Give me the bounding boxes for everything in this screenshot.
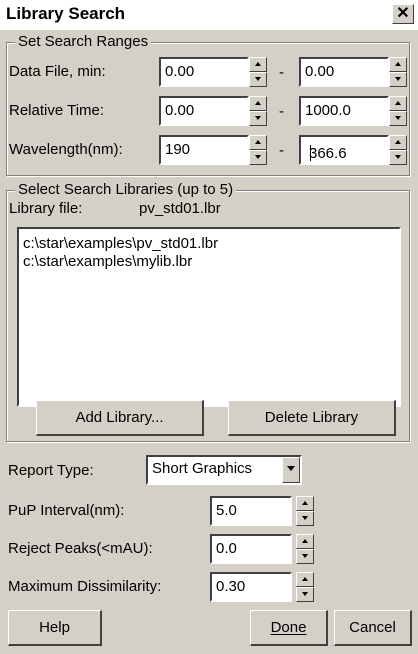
range-separator: - [279, 103, 284, 120]
report-type-select[interactable]: Short Graphics [146, 455, 302, 485]
report-type-label: Report Type: [8, 462, 94, 479]
arrow-up-icon [302, 539, 308, 543]
pup-interval-label: PuP Interval(nm): [8, 502, 125, 519]
help-button[interactable]: Help [8, 610, 102, 646]
text-cursor [310, 145, 311, 161]
list-item[interactable]: c:\star\examples\mylib.lbr [23, 253, 192, 271]
spin-down-button[interactable] [249, 111, 267, 126]
spin-up-button[interactable] [389, 57, 407, 72]
close-icon: ✕ [396, 5, 410, 22]
spin-down-button[interactable] [249, 72, 267, 87]
library-list[interactable]: c:\star\examples\pv_std01.lbr c:\star\ex… [17, 227, 401, 407]
arrow-up-icon [302, 501, 308, 505]
max-dissimilarity-input[interactable]: 0.30 [210, 572, 292, 602]
list-item[interactable]: c:\star\examples\pv_std01.lbr [23, 235, 218, 253]
add-library-button[interactable]: Add Library... [36, 400, 204, 436]
spin-down-button[interactable] [389, 150, 407, 165]
delete-library-button[interactable]: Delete Library [228, 400, 396, 436]
pup-interval-input[interactable]: 5.0 [210, 496, 292, 526]
arrow-up-icon [255, 62, 261, 66]
arrow-up-icon [395, 101, 401, 105]
arrow-down-icon [302, 592, 308, 596]
report-type-value: Short Graphics [152, 460, 253, 477]
reject-peaks-label: Reject Peaks(<mAU): [8, 540, 153, 557]
search-libraries-legend: Select Search Libraries (up to 5) [15, 181, 237, 199]
wavelength-max-spinner[interactable] [389, 135, 407, 165]
arrow-down-icon [255, 77, 261, 81]
title-bar: Library Search ✕ [0, 0, 418, 30]
wavelength-min-spinner[interactable] [249, 135, 267, 165]
done-label: Done [270, 619, 307, 636]
spin-down-button[interactable] [296, 549, 314, 564]
library-search-dialog: Library Search ✕ Set Search Ranges Data … [0, 0, 418, 654]
arrow-down-icon [395, 116, 401, 120]
spin-down-button[interactable] [296, 511, 314, 526]
max-dissimilarity-spinner[interactable] [296, 572, 314, 602]
search-ranges-group: Set Search Ranges Data File, min: 0.00 -… [6, 33, 410, 176]
library-file-value: pv_std01.lbr [139, 200, 221, 217]
spin-down-button[interactable] [389, 72, 407, 87]
relative-time-label: Relative Time: [9, 102, 105, 119]
close-button[interactable]: ✕ [392, 4, 414, 24]
data-file-label: Data File, min: [9, 63, 106, 80]
dialog-title: Library Search [6, 4, 126, 23]
wavelength-max-input[interactable]: 366.6 [299, 135, 389, 165]
spin-down-button[interactable] [249, 150, 267, 165]
relative-time-min-spinner[interactable] [249, 96, 267, 126]
data-file-min-input[interactable]: 0.00 [159, 57, 249, 87]
arrow-down-icon [395, 77, 401, 81]
pup-interval-spinner[interactable] [296, 496, 314, 526]
arrow-up-icon [395, 62, 401, 66]
library-file-label: Library file: [9, 200, 83, 217]
spin-up-button[interactable] [296, 534, 314, 549]
spin-down-button[interactable] [389, 111, 407, 126]
data-file-max-input[interactable]: 0.00 [299, 57, 389, 87]
range-separator: - [279, 142, 284, 159]
relative-time-max-spinner[interactable] [389, 96, 407, 126]
arrow-down-icon [255, 155, 261, 159]
data-file-min-spinner[interactable] [249, 57, 267, 87]
arrow-down-icon [302, 554, 308, 558]
arrow-down-icon [255, 116, 261, 120]
spin-up-button[interactable] [389, 96, 407, 111]
spin-up-button[interactable] [249, 57, 267, 72]
arrow-up-icon [255, 101, 261, 105]
search-ranges-legend: Set Search Ranges [15, 33, 152, 51]
done-button[interactable]: Done [250, 610, 328, 646]
spin-up-button[interactable] [249, 135, 267, 150]
arrow-up-icon [395, 140, 401, 144]
arrow-up-icon [255, 140, 261, 144]
arrow-down-icon [302, 516, 308, 520]
spin-down-button[interactable] [296, 587, 314, 602]
wavelength-label: Wavelength(nm): [9, 141, 123, 158]
data-file-max-spinner[interactable] [389, 57, 407, 87]
relative-time-max-input[interactable]: 1000.0 [299, 96, 389, 126]
dropdown-button[interactable] [282, 457, 300, 483]
cancel-button[interactable]: Cancel [334, 610, 412, 646]
spin-up-button[interactable] [296, 572, 314, 587]
max-dissimilarity-label: Maximum Dissimilarity: [8, 578, 162, 595]
spin-up-button[interactable] [389, 135, 407, 150]
reject-peaks-input[interactable]: 0.0 [210, 534, 292, 564]
spin-up-button[interactable] [296, 496, 314, 511]
spin-up-button[interactable] [249, 96, 267, 111]
arrow-down-icon [395, 155, 401, 159]
range-separator: - [279, 64, 284, 81]
relative-time-min-input[interactable]: 0.00 [159, 96, 249, 126]
reject-peaks-spinner[interactable] [296, 534, 314, 564]
arrow-up-icon [302, 577, 308, 581]
chevron-down-icon [287, 466, 295, 471]
wavelength-min-input[interactable]: 190 [159, 135, 249, 165]
